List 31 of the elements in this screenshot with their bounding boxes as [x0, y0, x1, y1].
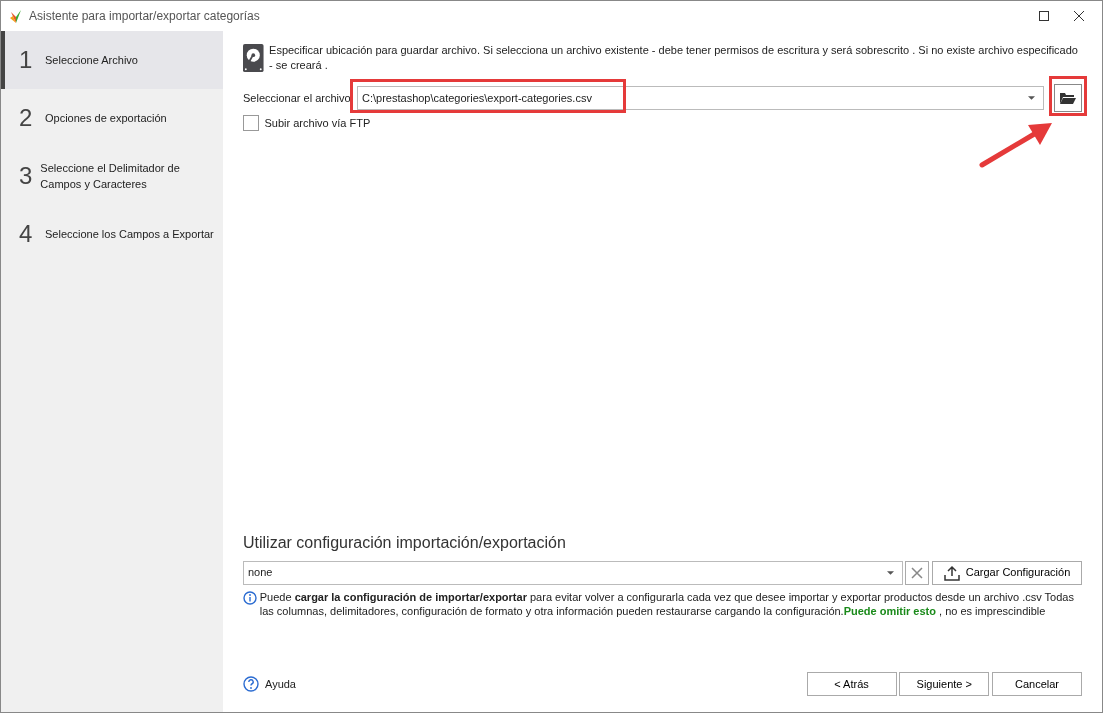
highlight-frame [1049, 76, 1087, 116]
help-link[interactable]: Ayuda [243, 675, 296, 693]
wizard-step[interactable]: 2 Opciones de exportación [1, 89, 223, 147]
wizard-button[interactable]: Siguiente > [899, 672, 990, 696]
description-text: Especificar ubicación para guardar archivo. Si selecciona un archivo existente - debe tener permisos de escritura y será sobrescrito . Si no existe archivo especificado - se creará . [269, 43, 1079, 73]
checkbox-label: Subir archivo vía FTP [264, 115, 371, 131]
wizard-step[interactable]: 4 Seleccione los Campos a Exportar [1, 205, 223, 263]
maximize-icon [1038, 11, 1049, 21]
info-icon [243, 591, 257, 605]
configuration-combobox[interactable]: none [243, 560, 903, 585]
close-icon [911, 566, 924, 579]
dropdown-caret-icon [1028, 96, 1035, 100]
dropdown-caret-icon [886, 570, 894, 575]
wizard-step[interactable]: 1 Seleccione Archivo [1, 31, 223, 89]
load-configuration-button[interactable]: Cargar Configuración [932, 560, 1082, 585]
file-path-combobox[interactable]: C:\prestashop\categories\export-categories.csv [357, 86, 1044, 110]
ftp-checkbox[interactable] [243, 115, 259, 131]
hard-drive-icon [243, 43, 264, 73]
upload-icon [943, 564, 960, 581]
wizard-button[interactable]: Cancelar [992, 672, 1082, 696]
help-icon [243, 676, 259, 692]
wizard-button[interactable]: < Atrás [806, 672, 897, 696]
wizard-step[interactable]: 3 Seleccione el Delimitador de Campos y Caracteres [1, 147, 223, 205]
clear-button[interactable] [905, 560, 930, 585]
close-icon [1074, 11, 1084, 21]
field-label: Seleccionar el archivo [243, 90, 352, 106]
window-title: Asistente para importar/exportar categorías [29, 8, 260, 25]
section-heading: Utilizar configuración importación/exportación [243, 533, 567, 553]
open-folder-button[interactable] [1054, 84, 1082, 112]
info-text: Puede cargar la configuración de importar/exportar para evitar volver a configurarla cada vez que desee importar y exportar productos desde un archivo .csv Todas las columnas, delimitadores, configuración de formato y otra información pueden restaurarse cargando la configuración.Puede omitir esto , no es imprescindible [259, 590, 1075, 618]
folder-icon [1059, 91, 1077, 105]
